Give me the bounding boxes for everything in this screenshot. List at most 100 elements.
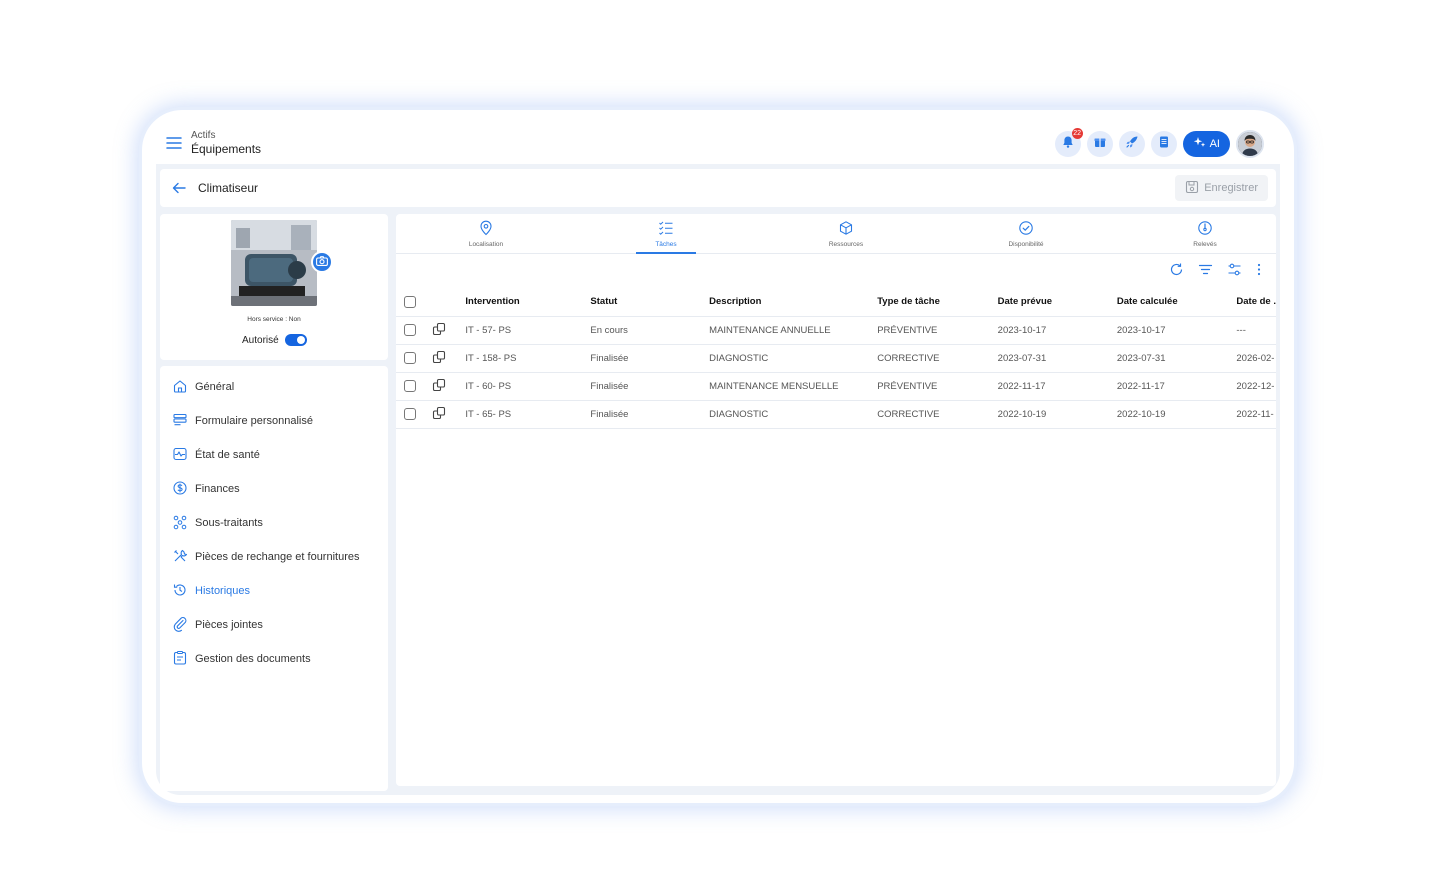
row-checkbox[interactable] <box>404 408 416 420</box>
sparkle-icon <box>1193 136 1206 152</box>
nav-item-document-management[interactable]: Gestion des documents <box>172 649 311 669</box>
row-checkbox[interactable] <box>404 380 416 392</box>
nav-item-health[interactable]: État de santé <box>172 445 260 465</box>
tab-releves[interactable]: Relevés <box>1145 214 1265 254</box>
nav-label: Formulaire personnalisé <box>195 415 313 427</box>
nav-item-attachments[interactable]: Pièces jointes <box>172 615 263 635</box>
back-arrow-icon[interactable] <box>172 181 186 199</box>
document-icon <box>172 650 188 669</box>
change-photo-button[interactable] <box>311 251 333 273</box>
table-cell: 2022-11-17 <box>1108 372 1229 401</box>
table-cell: IT - 57- PS <box>457 316 583 345</box>
gift-button[interactable] <box>1086 131 1113 157</box>
health-icon <box>172 446 188 465</box>
table-cell: 2022-11-17 <box>989 372 1109 401</box>
table-cell: --- <box>1228 316 1276 345</box>
nav-label: État de santé <box>195 449 260 461</box>
table-cell: CORRECTIVE <box>869 344 990 373</box>
equipment-card: Hors service : Non Autorisé <box>160 214 388 360</box>
column-header[interactable]: Date calculée <box>1108 288 1229 317</box>
device-frame: Actifs Équipements 22 AI Climatiseur Enr… <box>142 110 1294 803</box>
table-cell: En cours <box>582 316 702 345</box>
table-cell: Finalisée <box>582 372 702 401</box>
notification-badge: 22 <box>1071 128 1083 139</box>
table-cell: 2023-07-31 <box>1108 344 1229 373</box>
duplicate-icon[interactable] <box>432 378 446 395</box>
tab-localisation[interactable]: Localisation <box>426 214 546 254</box>
column-header[interactable]: Description <box>701 288 870 317</box>
tasks-table: Intervention Statut Description Type de … <box>396 288 1276 429</box>
save-button[interactable]: Enregistrer <box>1175 175 1268 201</box>
table-cell: IT - 158- PS <box>457 344 583 373</box>
table-cell: PRÉVENTIVE <box>869 316 990 345</box>
select-all-checkbox[interactable] <box>404 295 416 308</box>
table-cell: IT - 60- PS <box>457 372 583 401</box>
section-nav: Général Formulaire personnalisé État de … <box>160 366 388 791</box>
table-row[interactable]: IT - 158- PS Finalisée DIAGNOSTIC CORRECTIV… <box>396 344 1276 373</box>
book-button[interactable] <box>1150 131 1177 157</box>
ai-button[interactable]: AI <box>1182 131 1230 157</box>
filter-icon[interactable] <box>1198 262 1213 277</box>
table-cell: CORRECTIVE <box>869 400 990 429</box>
page-title-bar: Climatiseur Enregistrer <box>160 169 1276 207</box>
more-options-icon[interactable] <box>1256 262 1262 277</box>
column-header[interactable]: Statut <box>582 288 702 317</box>
table-cell: 2022-12- <box>1228 372 1276 401</box>
row-checkbox[interactable] <box>404 352 416 364</box>
refresh-icon[interactable] <box>1169 262 1184 277</box>
table-cell: 2022-11- <box>1228 400 1276 429</box>
nav-item-contractors[interactable]: Sous-traitants <box>172 513 263 533</box>
table-cell: 2023-10-17 <box>1108 316 1229 345</box>
notifications-button[interactable]: 22 <box>1054 128 1083 157</box>
tools-icon <box>172 548 188 567</box>
book-icon <box>1157 135 1171 154</box>
tab-taches[interactable]: Tâches <box>606 214 726 254</box>
row-duplicate-cell <box>423 316 458 345</box>
table-row[interactable]: IT - 57- PS En cours MAINTENANCE ANNUELLE P… <box>396 316 1276 345</box>
nav-label: Pièces jointes <box>195 619 263 631</box>
column-header[interactable]: Date de . <box>1228 288 1276 317</box>
check-circle-icon <box>1018 220 1034 238</box>
nav-item-finances[interactable]: Finances <box>172 479 240 499</box>
tab-ressources[interactable]: Ressources <box>786 214 906 254</box>
tab-disponibilite[interactable]: Disponibilité <box>966 214 1086 254</box>
icon-column-header <box>423 288 458 317</box>
nav-item-general[interactable]: Général <box>172 377 234 397</box>
app-window: Actifs Équipements 22 AI Climatiseur Enr… <box>156 128 1280 795</box>
table-cell: 2022-10-19 <box>989 400 1109 429</box>
top-icons: 22 AI <box>1054 128 1264 158</box>
breadcrumb-parent[interactable]: Actifs <box>191 130 215 141</box>
table-cell: PRÉVENTIVE <box>869 372 990 401</box>
ai-label: AI <box>1209 138 1220 150</box>
authorized-toggle[interactable] <box>284 334 307 346</box>
form-icon <box>172 412 188 431</box>
settings-sliders-icon[interactable] <box>1227 262 1242 277</box>
nav-label: Historiques <box>195 585 251 597</box>
table-cell: 2026-02- <box>1228 344 1276 373</box>
hamburger-menu-icon[interactable] <box>166 136 182 150</box>
duplicate-icon[interactable] <box>432 406 446 423</box>
authorized-row: Autorisé <box>242 334 307 346</box>
table-cell: 2023-10-17 <box>989 316 1109 345</box>
table-cell: DIAGNOSTIC <box>701 344 870 373</box>
paperclip-icon <box>172 616 188 635</box>
nav-item-custom-form[interactable]: Formulaire personnalisé <box>172 411 313 431</box>
nav-item-history[interactable]: Historiques <box>172 581 250 601</box>
column-header[interactable]: Date prévue <box>989 288 1109 317</box>
tab-label: Localisation <box>468 241 504 248</box>
user-avatar[interactable] <box>1236 130 1264 158</box>
column-header[interactable]: Intervention <box>457 288 583 317</box>
table-row[interactable]: IT - 60- PS Finalisée MAINTENANCE MENSUELL… <box>396 372 1276 401</box>
row-checkbox[interactable] <box>404 324 416 336</box>
nav-label: Sous-traitants <box>195 517 263 529</box>
table-cell: 2023-07-31 <box>989 344 1109 373</box>
content-panel: Localisation Tâches Ressources Disponibi… <box>396 214 1276 786</box>
table-header-row: Intervention Statut Description Type de … <box>396 288 1276 317</box>
cube-icon <box>838 220 854 238</box>
duplicate-icon[interactable] <box>432 350 446 367</box>
duplicate-icon[interactable] <box>432 322 446 339</box>
nav-item-spare-parts[interactable]: Pièces de rechange et fournitures <box>172 547 360 567</box>
column-header[interactable]: Type de tâche <box>869 288 990 317</box>
table-row[interactable]: IT - 65- PS Finalisée DIAGNOSTIC CORRECTIVE… <box>396 400 1276 429</box>
rocket-button[interactable] <box>1118 131 1145 157</box>
